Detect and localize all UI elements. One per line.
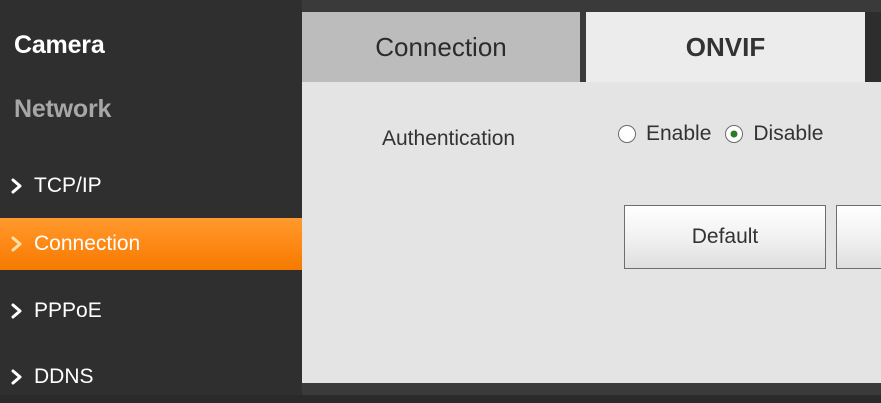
disable-radio-option[interactable]: Disable (725, 122, 823, 146)
sidebar-item-pppoe[interactable]: PPPoE (0, 285, 302, 337)
chevron-right-icon (11, 303, 22, 319)
enable-radio-option[interactable]: Enable (618, 122, 711, 146)
sidebar-heading-network: Network (14, 95, 112, 123)
sidebar-item-ddns[interactable]: DDNS (0, 351, 302, 403)
tab-connection[interactable]: Connection (302, 12, 580, 82)
disable-radio-label: Disable (753, 122, 824, 145)
authentication-label: Authentication (382, 127, 516, 150)
sidebar-item-label: TCP/IP (34, 174, 102, 197)
authentication-radio-group: Enable Disable (618, 122, 823, 146)
disable-radio-button[interactable] (725, 125, 744, 143)
sidebar-item-label: Connection (34, 232, 141, 255)
default-button[interactable]: Default (624, 205, 826, 269)
sidebar: Camera Network TCP/IP Connection PPPoE D… (0, 0, 302, 395)
enable-radio-button[interactable] (618, 125, 636, 143)
tab-onvif[interactable]: ONVIF (586, 12, 865, 82)
sidebar-item-label: PPPoE (34, 299, 102, 322)
sidebar-item-connection[interactable]: Connection (0, 218, 302, 270)
enable-radio-label: Enable (646, 122, 712, 145)
chevron-right-icon (11, 369, 22, 385)
sidebar-item-tcpip[interactable]: TCP/IP (0, 160, 302, 212)
partial-button[interactable] (836, 205, 881, 269)
onvif-panel: Authentication Enable Disable Default (302, 82, 881, 383)
sidebar-item-label: DDNS (34, 365, 94, 388)
sidebar-heading-camera: Camera (14, 31, 105, 59)
tab-bar-edge (865, 12, 881, 82)
chevron-right-icon (11, 178, 22, 194)
content-area: Connection ONVIF Authentication Enable D… (302, 0, 881, 395)
chevron-right-icon (11, 236, 22, 252)
